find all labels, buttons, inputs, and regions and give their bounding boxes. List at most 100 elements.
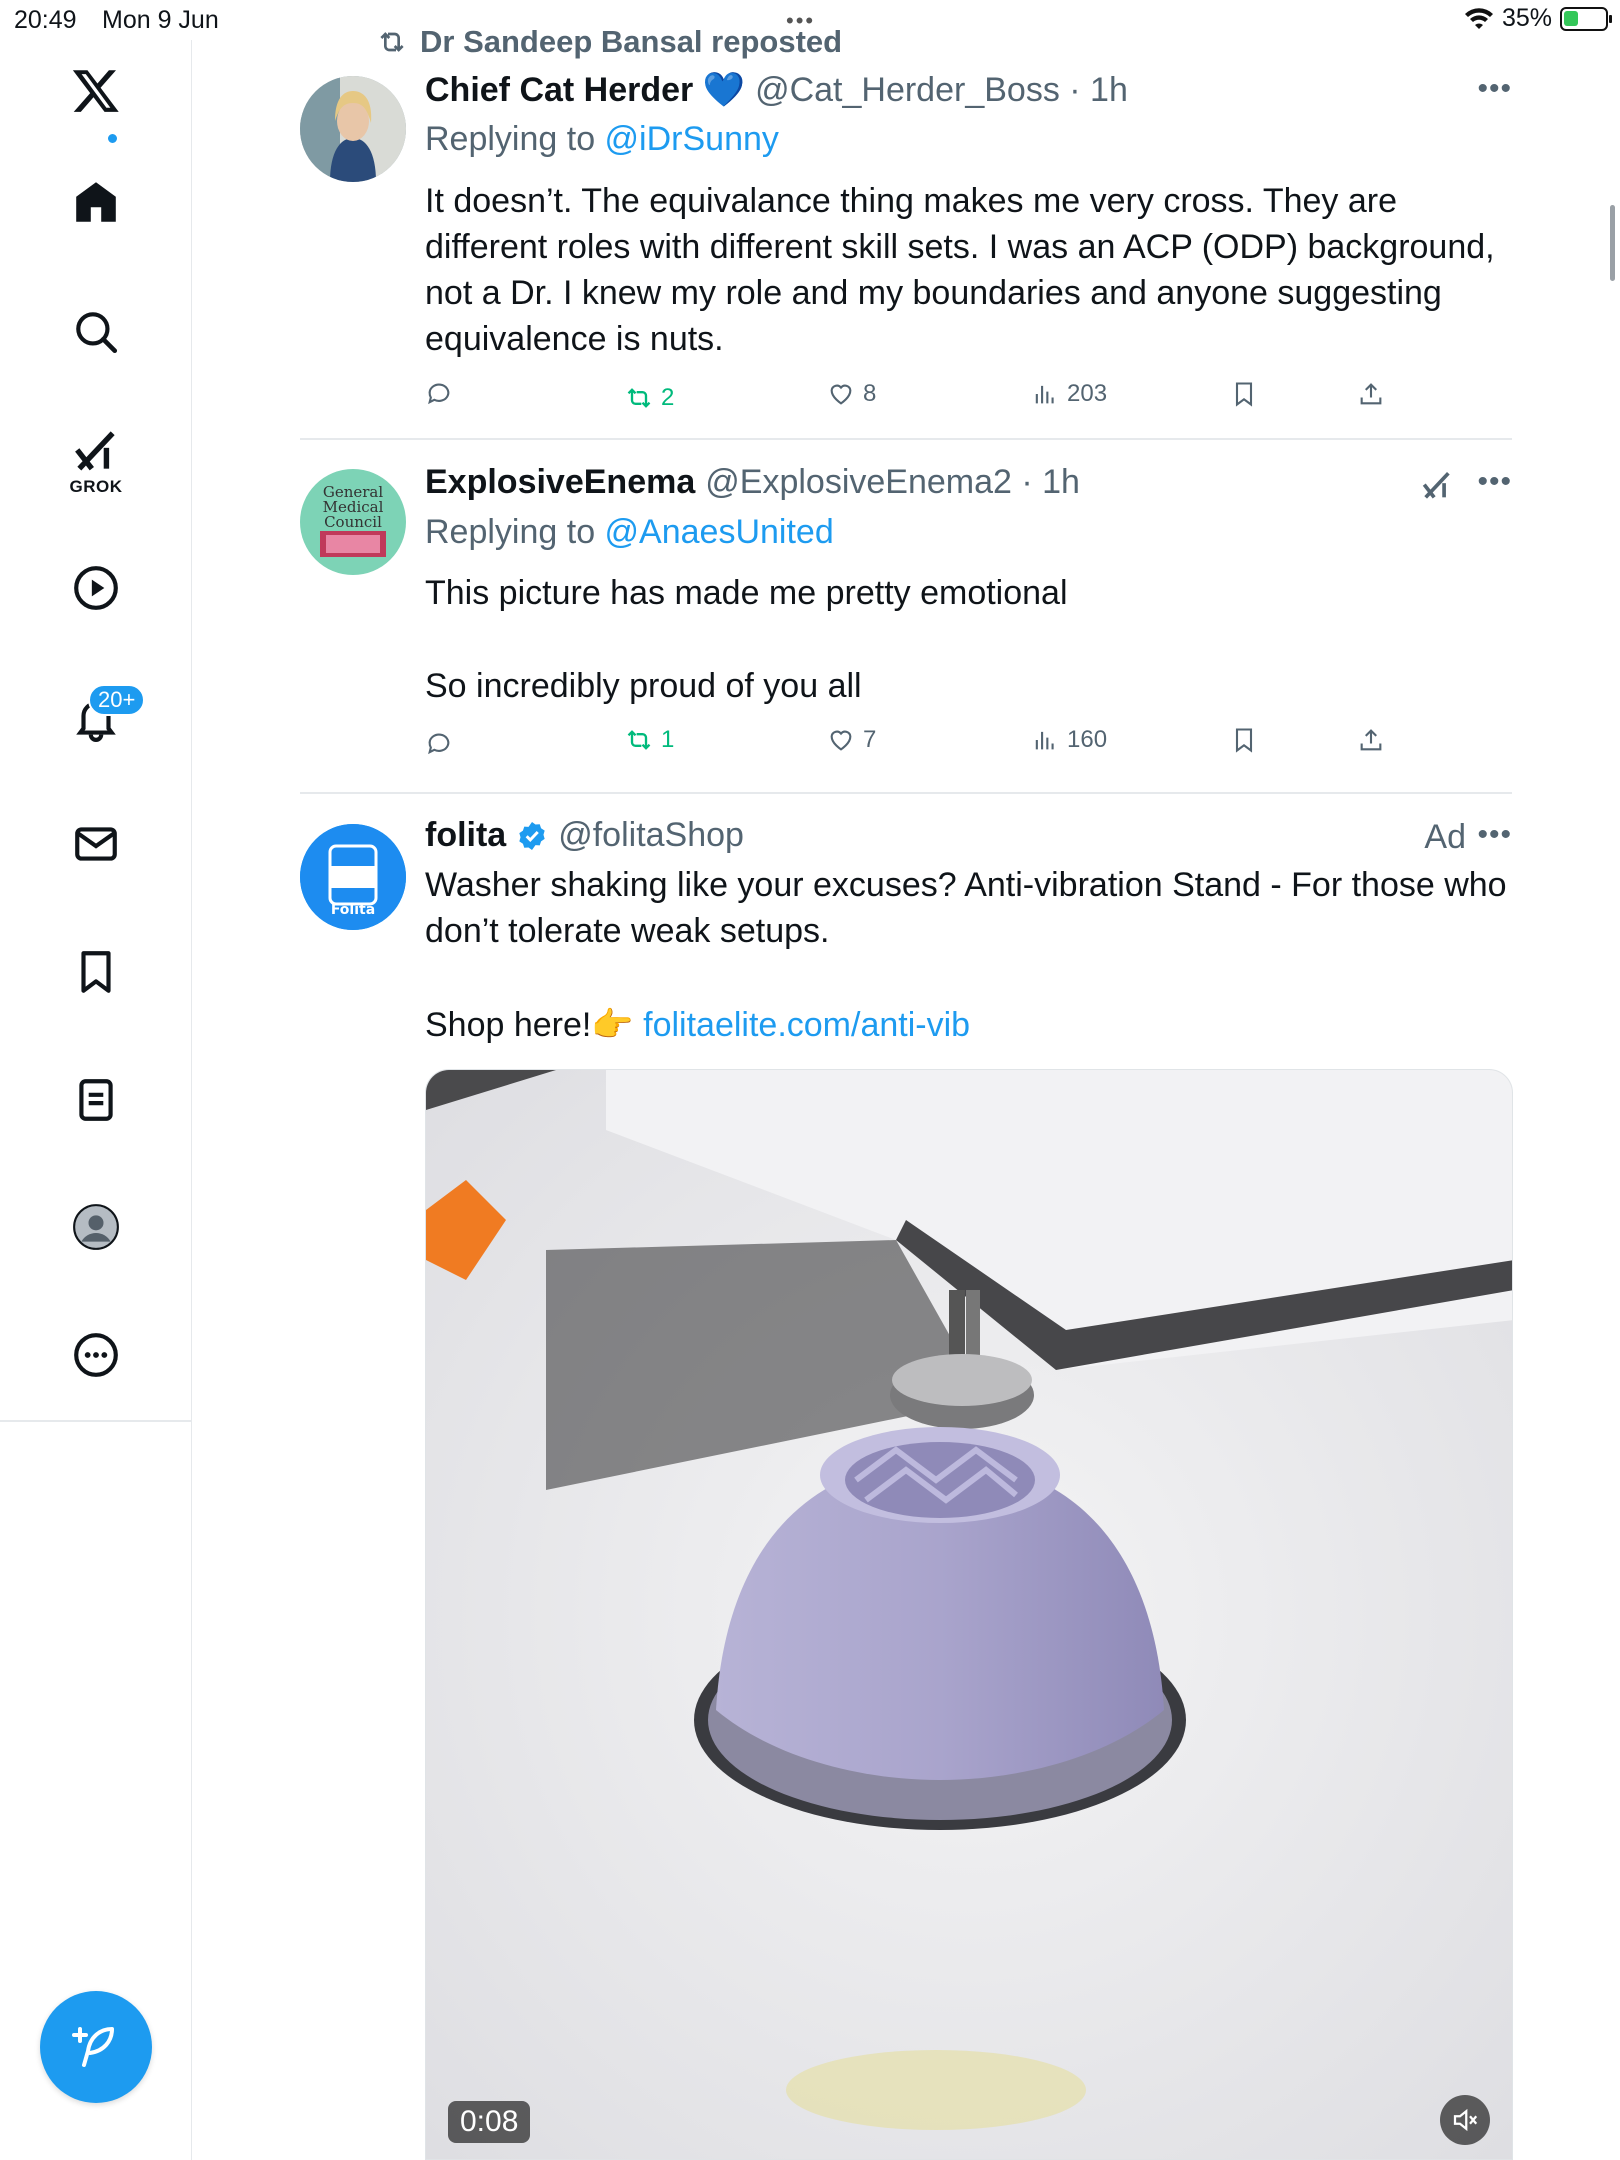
grok-label: GROK [69, 477, 123, 496]
avatar[interactable]: Folita [300, 824, 406, 930]
x-logo-icon [72, 70, 119, 112]
views-button[interactable]: 203 [1031, 380, 1107, 408]
grok-explain-icon[interactable] [1420, 467, 1454, 505]
bookmark-button[interactable] [1230, 726, 1258, 754]
like-button[interactable]: 8 [827, 380, 876, 408]
replying-to-link[interactable]: @AnaesUnited [605, 513, 834, 551]
retweet-count: 2 [661, 384, 675, 411]
views-count: 160 [1067, 726, 1108, 753]
tweet-header: Chief Cat Herder 💙 @Cat_Herder_Boss · 1h [425, 70, 1128, 110]
nav-home[interactable] [0, 162, 192, 242]
sidebar-divider [0, 1420, 192, 1422]
views-count: 203 [1067, 380, 1108, 407]
share-button[interactable] [1357, 380, 1385, 408]
profile-photo: General Medical Council [300, 469, 406, 575]
retweet-button[interactable]: 2 [625, 384, 674, 412]
like-button[interactable]: 7 [827, 726, 876, 754]
tweet-separator [300, 438, 1512, 440]
repost-banner: Dr Sandeep Bansal reposted [376, 24, 842, 60]
nav-lists[interactable] [0, 1060, 192, 1140]
shop-line: Shop here!👉 folitaelite.com/anti-vib [425, 1002, 1515, 1048]
notifications-badge: 20+ [88, 684, 146, 716]
avatar[interactable]: General Medical Council [300, 469, 406, 575]
more-circle-icon [74, 1333, 118, 1377]
bookmark-icon [81, 951, 111, 993]
share-button[interactable] [1357, 726, 1385, 754]
compose-button[interactable] [40, 1991, 152, 2103]
video-time: 0:08 [448, 2101, 531, 2143]
svg-text:Council: Council [324, 513, 382, 531]
tweet-1[interactable]: Chief Cat Herder 💙 @Cat_Herder_Boss · 1h… [300, 70, 1512, 440]
author-name[interactable]: Chief Cat Herder 💙 [425, 70, 745, 110]
bookmark-icon [1235, 728, 1253, 753]
avatar-text: Folita [331, 902, 375, 918]
list-icon [79, 1079, 113, 1121]
video-frame [426, 1070, 1512, 2159]
views-icon [1035, 731, 1054, 750]
tweet-separator [300, 792, 1512, 794]
replying-to-link[interactable]: @iDrSunny [605, 120, 779, 158]
status-time: 20:49 [14, 6, 77, 34]
replying-to: Replying to @AnaesUnited [425, 513, 834, 552]
replying-prefix: Replying to [425, 513, 605, 551]
retweet-icon [627, 730, 651, 750]
author-handle[interactable]: @ExplosiveEnema2 · 1h [705, 463, 1080, 502]
like-count: 7 [863, 726, 877, 753]
author-handle[interactable]: @folitaShop [558, 816, 744, 855]
bookmark-button[interactable] [1230, 380, 1258, 408]
muted-speaker-icon [1453, 2108, 1478, 2132]
play-icon [74, 566, 118, 610]
nav-explore[interactable] [0, 292, 192, 372]
retweet-button[interactable]: 1 [625, 726, 674, 754]
author-name[interactable]: folita [425, 816, 506, 855]
nav-video[interactable] [0, 548, 192, 628]
x-logo[interactable] [0, 50, 192, 130]
shop-link[interactable]: folitaelite.com/anti-vib [643, 1006, 970, 1044]
reply-icon [428, 733, 450, 755]
more-options-icon[interactable]: ••• [1477, 818, 1512, 852]
reply-button[interactable] [425, 380, 453, 408]
tweet-text-line-1: This picture has made me pretty emotiona… [425, 574, 1068, 612]
avatar-icon [73, 1204, 119, 1250]
reply-icon [428, 383, 450, 405]
tweet-2[interactable]: General Medical Council ExplosiveEnema @… [300, 463, 1512, 793]
heart-icon [830, 384, 852, 405]
tweet-text: Washer shaking like your excuses? Anti-v… [425, 866, 1507, 950]
nav-more[interactable] [0, 1315, 192, 1395]
tweet-header: ExplosiveEnema @ExplosiveEnema2 · 1h [425, 463, 1080, 502]
mute-button[interactable] [1440, 2095, 1490, 2145]
nav-messages[interactable] [0, 804, 192, 884]
profile-photo [300, 76, 406, 182]
nav-bookmarks[interactable] [0, 932, 192, 1012]
folita-logo: Folita [300, 824, 406, 930]
author-handle[interactable]: @Cat_Herder_Boss · 1h [755, 71, 1128, 110]
reply-button[interactable] [425, 730, 453, 758]
replying-prefix: Replying to [425, 120, 605, 158]
nav-profile[interactable] [0, 1187, 192, 1267]
bookmark-icon [1235, 382, 1253, 407]
verified-badge-icon [519, 821, 545, 850]
like-count: 8 [863, 380, 877, 407]
heart-icon [830, 730, 852, 751]
mail-icon [75, 827, 117, 861]
ad-label: Ad [1424, 818, 1466, 856]
tweet-text: It doesn’t. The equivalance thing makes … [425, 182, 1495, 358]
views-button[interactable]: 160 [1031, 726, 1107, 754]
tweet-text-line-2: So incredibly proud of you all [425, 667, 862, 705]
author-name[interactable]: ExplosiveEnema [425, 463, 695, 502]
compose-icon [72, 2027, 114, 2067]
sidebar: GROK [0, 40, 192, 2160]
retweet-count: 1 [661, 726, 675, 753]
ad-video[interactable]: 0:08 [425, 1069, 1513, 2160]
more-options-icon[interactable]: ••• [1477, 72, 1512, 106]
scroll-indicator[interactable] [1610, 205, 1615, 281]
avatar[interactable] [300, 76, 406, 182]
more-options-icon[interactable]: ••• [1477, 465, 1512, 499]
tweet-actions: 1 7 160 [425, 726, 1425, 766]
retweet-icon [627, 388, 651, 408]
share-icon [1360, 729, 1382, 751]
replying-to: Replying to @iDrSunny [425, 120, 779, 159]
timeline: Dr Sandeep Bansal reposted Chief Cat Her… [192, 0, 1620, 2160]
grok-icon [75, 431, 115, 471]
shop-text: Shop here!👉 [425, 1006, 634, 1044]
